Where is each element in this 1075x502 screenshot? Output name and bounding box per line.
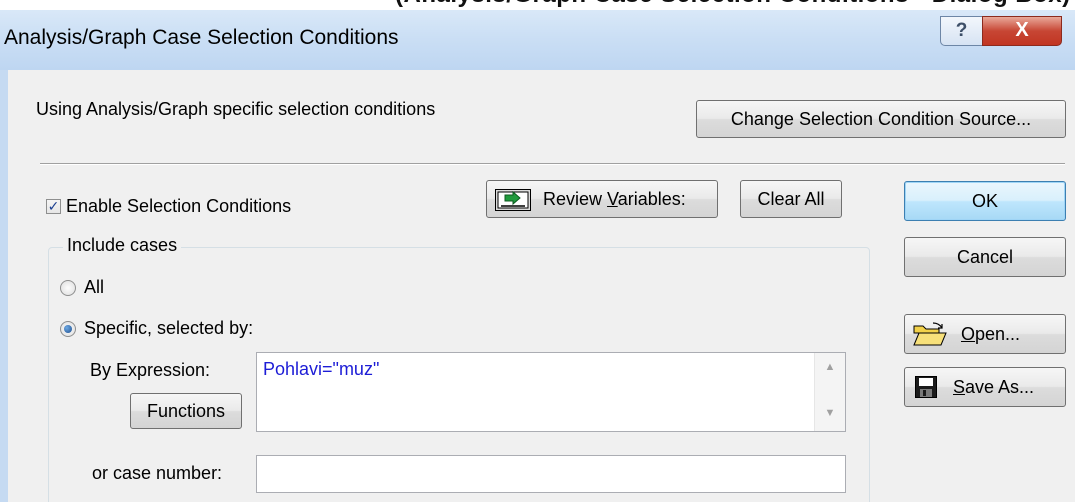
cropped-heading-text: (Analysis/Graph Case Selection Condition… <box>395 0 1071 9</box>
include-all-radio[interactable] <box>60 280 76 296</box>
case-number-input[interactable] <box>256 455 846 493</box>
cropped-heading: (Analysis/Graph Case Selection Condition… <box>0 0 1075 10</box>
clear-all-label: Clear All <box>757 189 825 209</box>
help-button[interactable]: ? <box>940 16 982 46</box>
clear-all-button[interactable]: Clear All <box>740 180 842 218</box>
selection-conditions-dialog: Analysis/Graph Case Selection Conditions… <box>0 10 1075 502</box>
expression-scrollbar[interactable]: ▲ ▼ <box>814 353 845 431</box>
open-button[interactable]: Open... <box>904 314 1066 354</box>
enable-conditions-checkbox[interactable]: ✓ <box>46 199 61 214</box>
save-as-label: Save As... <box>953 377 1035 397</box>
condition-source-label: Using Analysis/Graph specific selection … <box>36 99 436 119</box>
expression-input[interactable]: Pohlavi="muz" ▲ ▼ <box>256 352 846 432</box>
radio-selected-dot <box>64 325 72 333</box>
review-variables-button[interactable]: Review Variables: <box>486 180 718 218</box>
cancel-label: Cancel <box>956 247 1014 267</box>
scroll-up-icon[interactable]: ▲ <box>815 361 845 373</box>
help-icon: ? <box>955 20 968 41</box>
include-specific-label: Specific, selected by: <box>84 318 254 338</box>
close-button[interactable]: X <box>982 16 1062 46</box>
separator <box>40 163 1065 165</box>
change-source-label: Change Selection Condition Source... <box>730 109 1032 129</box>
include-all-label: All <box>84 277 105 297</box>
case-number-label: or case number: <box>92 463 223 483</box>
close-icon: X <box>1015 19 1029 41</box>
scroll-down-icon[interactable]: ▼ <box>815 407 845 419</box>
dialog-body: Using Analysis/Graph specific selection … <box>0 70 1075 502</box>
checkmark-icon: ✓ <box>47 198 60 214</box>
screenshot-root: (Analysis/Graph Case Selection Condition… <box>0 0 1075 502</box>
open-label: Open... <box>961 324 1021 344</box>
title-bar: Analysis/Graph Case Selection Conditions… <box>0 10 1075 71</box>
expression-value: Pohlavi="muz" <box>263 359 380 379</box>
ok-label: OK <box>971 191 998 211</box>
ok-button[interactable]: OK <box>904 181 1066 221</box>
cancel-button[interactable]: Cancel <box>904 237 1066 277</box>
include-cases-title: Include cases <box>63 235 182 256</box>
review-variables-label: Review Variables: <box>543 189 686 209</box>
folder-open-icon <box>913 322 947 346</box>
floppy-disk-icon <box>915 376 937 398</box>
enable-conditions-label: Enable Selection Conditions <box>66 196 292 216</box>
functions-button[interactable]: Functions <box>130 393 242 429</box>
save-as-button[interactable]: Save As... <box>904 367 1066 407</box>
review-variables-icon <box>495 189 531 211</box>
change-source-button[interactable]: Change Selection Condition Source... <box>696 100 1066 138</box>
window-title: Analysis/Graph Case Selection Conditions <box>4 26 399 49</box>
include-specific-radio[interactable] <box>60 321 76 337</box>
by-expression-label: By Expression: <box>90 360 211 380</box>
functions-label: Functions <box>146 401 226 421</box>
